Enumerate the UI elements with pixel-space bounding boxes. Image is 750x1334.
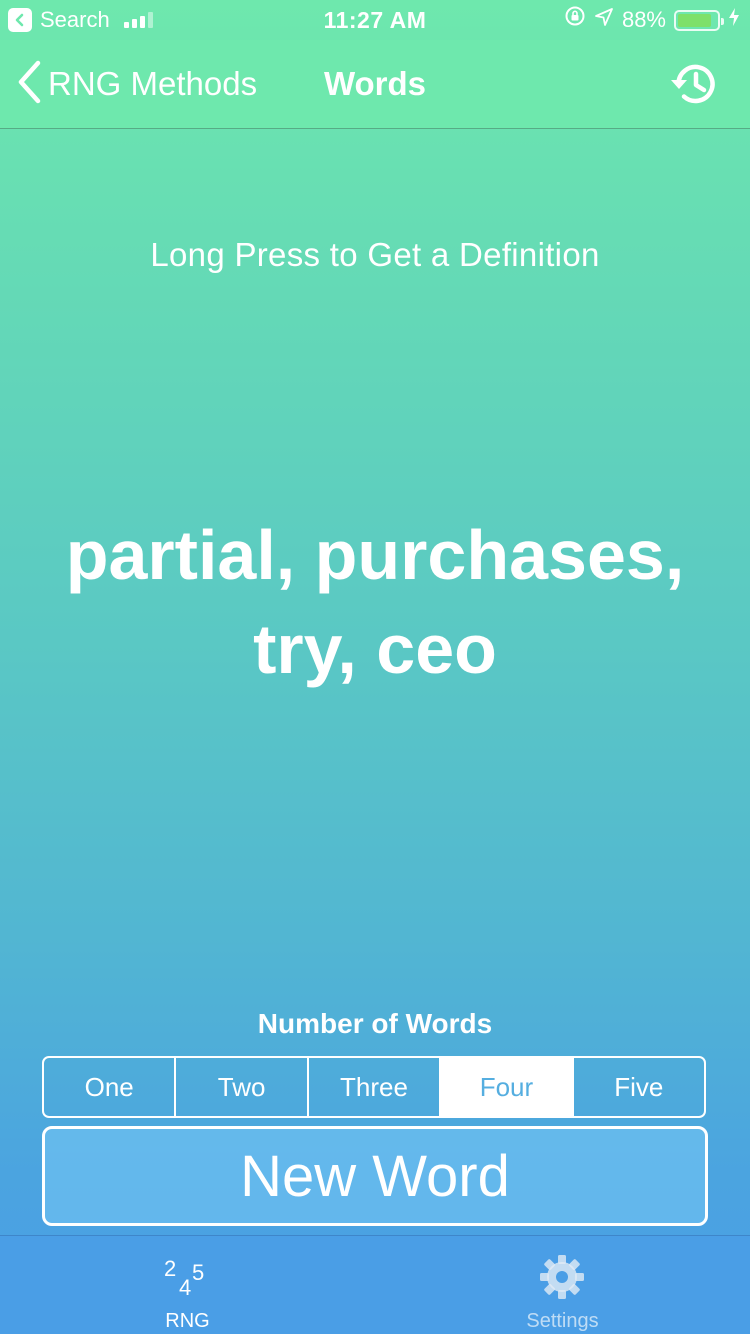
page-title: Words [323, 65, 427, 102]
rng-numbers-icon: 2 4 5 [162, 1252, 212, 1302]
svg-text:4: 4 [179, 1275, 191, 1300]
history-button[interactable] [668, 58, 720, 110]
tab-settings-label: Settings [526, 1310, 599, 1332]
location-icon [594, 0, 614, 40]
new-word-button[interactable]: New Word [42, 1126, 708, 1226]
history-icon [668, 64, 720, 114]
svg-text:2: 2 [164, 1256, 176, 1281]
tab-bar: 2 4 5 RNG Settings [0, 1235, 750, 1334]
navigation-bar: RNG Methods Words [0, 40, 750, 129]
number-of-words-label: Number of Words [257, 1008, 493, 1039]
generated-words[interactable]: partial, purchases, try, ceo [60, 508, 690, 696]
definition-hint: Long Press to Get a Definition [150, 236, 600, 273]
segment-five[interactable]: Five [574, 1058, 704, 1116]
orientation-lock-icon [564, 0, 586, 40]
svg-text:5: 5 [192, 1260, 204, 1285]
segment-three[interactable]: Three [309, 1058, 442, 1116]
battery-icon [674, 9, 724, 31]
word-count-segmented-control: One Two Three Four Five [42, 1056, 706, 1118]
segment-four[interactable]: Four [441, 1058, 574, 1116]
tab-settings[interactable]: Settings [375, 1236, 750, 1334]
status-right: 88% [564, 0, 740, 40]
segment-one[interactable]: One [44, 1058, 177, 1116]
tab-rng-label: RNG [165, 1310, 210, 1332]
battery-percent: 88% [621, 7, 666, 32]
tab-rng[interactable]: 2 4 5 RNG [0, 1236, 375, 1334]
gear-icon [537, 1252, 587, 1302]
charging-icon [728, 0, 740, 40]
segment-two[interactable]: Two [176, 1058, 309, 1116]
status-bar: Search 11:27 AM 88% [0, 0, 750, 40]
